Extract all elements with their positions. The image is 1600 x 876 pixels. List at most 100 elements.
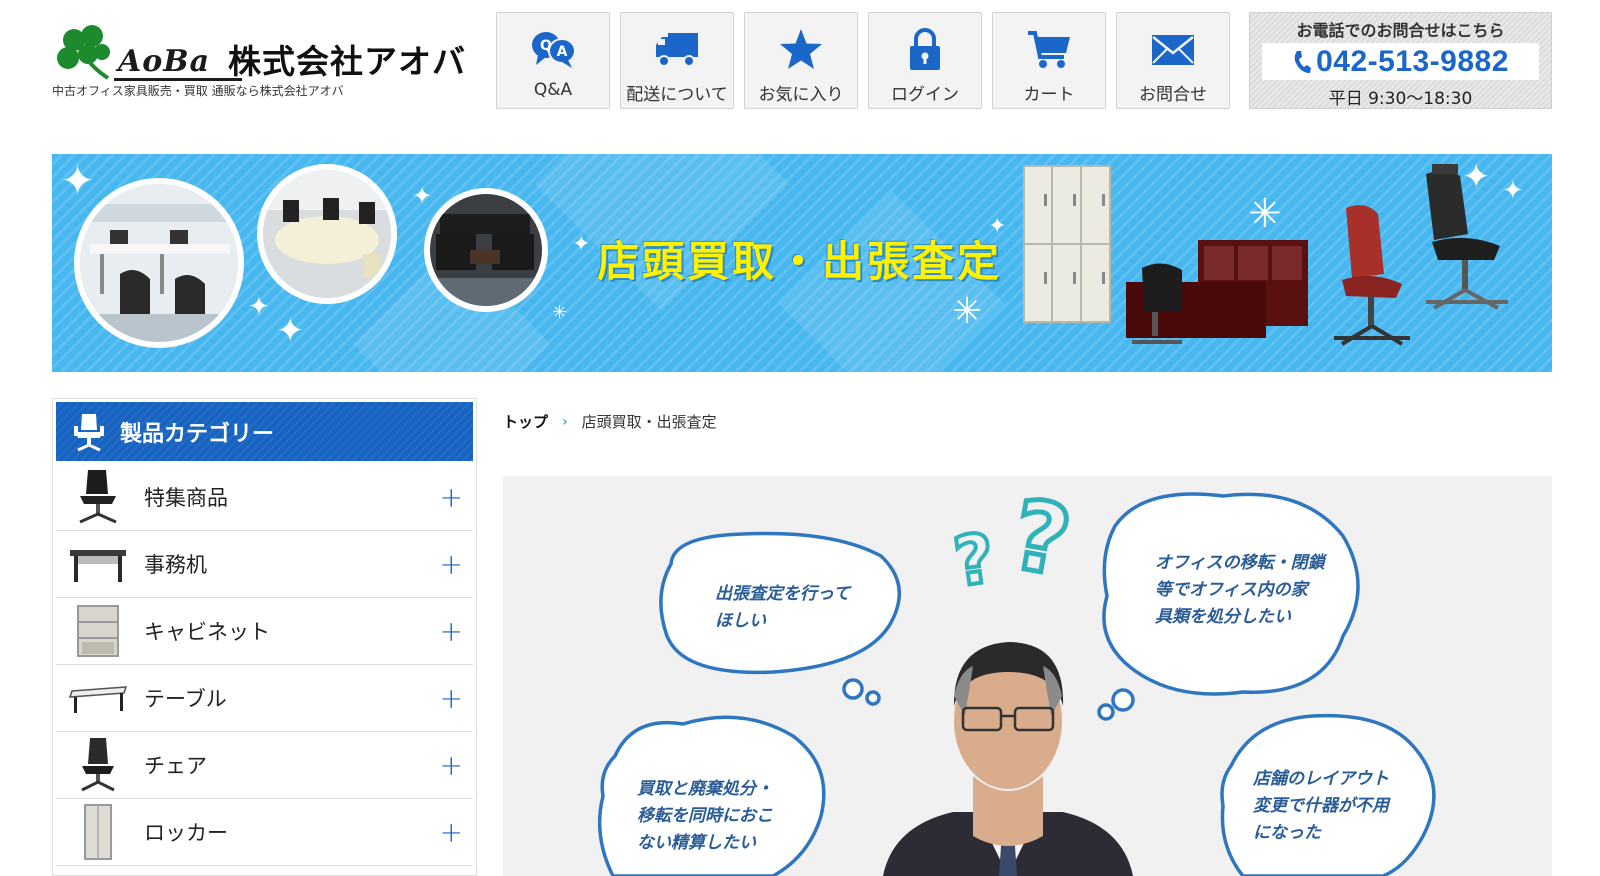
business-hours: 平日 9:30〜18:30 [1328,89,1473,109]
expand-plus-icon[interactable]: + [440,615,463,648]
nav-qa-button[interactable]: Q A Q&A [496,12,610,109]
breadcrumb-top-link[interactable]: トップ [503,411,548,432]
category-label: ロッカー [144,821,228,845]
hero-banner: 店頭買取・出張査定 ✦ ✦ ✦ ✦ ✳ ✦ ✳ ✦ ✳ ✦ ✦ [52,154,1552,372]
category-item-cabinet[interactable]: キャビネット + [56,598,473,665]
bubble-line: 買取と廃棄処分・ [637,779,773,799]
svg-text:?: ? [1004,478,1078,598]
category-label: テーブル [144,687,227,711]
clover-logo-icon [57,25,110,80]
category-sidebar-header: 製品カテゴリー [56,402,473,461]
businessman-figure [883,642,1133,876]
meeting-table-image [263,170,391,298]
bubble-line: ほしい [715,611,766,631]
category-label: 事務机 [144,553,207,577]
nav-contact-button[interactable]: お問合せ [1116,12,1230,109]
desk-thumb [64,534,132,594]
qa-bubbles-icon: Q A [532,32,576,68]
svg-text:Q: Q [540,38,552,54]
lock-icon [910,28,940,70]
office-photo-circle [74,178,244,348]
category-item-chair[interactable]: チェア + [56,732,473,799]
category-label: チェア [144,754,207,778]
sparkle-icon: ✦ [60,156,96,205]
sparkle-icon: ✳ [1248,191,1282,237]
sparkle-icon: ✳ [552,302,568,323]
phone-contact-box: お電話でのお問合せはこちら 042-513-9882 平日 9:30〜18:30 [1249,12,1552,109]
svg-text:A: A [557,44,568,60]
nav-favorites-button[interactable]: お気に入り [744,12,858,109]
nav-login-label: ログイン [891,85,959,105]
table-thumb [64,668,132,728]
nav-login-button[interactable]: ログイン [868,12,982,109]
office-interior-image [80,184,238,342]
svg-text:?: ? [949,519,999,603]
bubble-line: オフィスの移転・閉鎖 [1155,553,1325,573]
executive-desk-illustration [1126,240,1308,344]
phone-heading: お電話でのお問合せはこちら [1296,21,1505,40]
bubble-line: 移転を同時におこ [637,806,773,826]
banner-title: 店頭買取・出張査定 [597,237,1003,286]
category-item-locker[interactable]: ロッカー + [56,799,473,866]
site-tagline: 中古オフィス家具販売・買取 通販なら株式会社アオバ [52,84,344,98]
expand-plus-icon[interactable]: + [440,548,463,581]
bubble-line: 具類を処分したい [1155,607,1291,627]
nav-contact-label: お問合せ [1139,85,1207,105]
category-label: 特集商品 [144,486,228,510]
bubble-text-onsite-assessment: 出張査定を行って ほしい [715,581,850,635]
expand-plus-icon[interactable]: + [440,749,463,782]
locker-thumb [64,802,132,862]
nav-favorites-label: お気に入り [758,85,844,105]
phone-number[interactable]: 042-513-9882 [1316,45,1509,79]
bubble-line: 店舗のレイアウト [1253,769,1389,789]
breadcrumb-separator: › [562,413,568,430]
sparkle-icon: ✦ [276,311,305,351]
sparkle-icon: ✳ [952,291,983,332]
phone-icon [1294,50,1312,73]
locker-illustration [1023,165,1111,323]
sparkle-icon: ✦ [248,292,270,322]
star-icon [780,29,822,69]
bubble-text-office-relocation: オフィスの移転・閉鎖 等でオフィス内の家 具類を処分したい [1155,550,1325,631]
nav-cart-label: カート [1023,85,1075,105]
category-item-featured[interactable]: 特集商品 + [56,464,473,531]
office-chair-icon [74,413,104,451]
expand-plus-icon[interactable]: + [440,816,463,849]
category-item-desk[interactable]: 事務机 + [56,531,473,598]
nav-cart-button[interactable]: カート [992,12,1106,109]
delivery-truck-icon [656,33,698,67]
consultation-illustration: ? ? 出張査定を行って ほしい オフィスの移転・閉鎖 等でオフィス内の家 具類… [503,476,1552,876]
header-nav: Q A Q&A 配送について お気に入り ログイン カート お問合せ [496,12,1230,109]
category-label: キャビネット [144,620,270,644]
bubble-line: になった [1253,823,1321,843]
nav-qa-label: Q&A [533,80,573,100]
bubble-text-store-layout: 店舗のレイアウト 変更で什器が不用 になった [1253,766,1389,847]
sofa-set-image [430,194,542,306]
site-logo[interactable]: AoBa 株式会社アオバ 中古オフィス家具販売・買取 通販なら株式会社アオバ [52,22,465,102]
breadcrumb: トップ › 店頭買取・出張査定 [503,411,717,432]
black-mesh-chair-illustration [1426,164,1508,310]
cart-icon [1028,31,1070,68]
category-sidebar-title: 製品カテゴリー [120,421,275,447]
expand-plus-icon[interactable]: + [440,682,463,715]
meeting-room-photo-circle [257,164,397,304]
sofa-photo-circle [424,188,548,312]
mail-icon [1152,35,1194,65]
sparkle-icon: ✦ [572,232,591,257]
logo-wordmark: AoBa [118,44,211,79]
nav-delivery-button[interactable]: 配送について [620,12,734,109]
sparkle-icon: ✦ [412,182,433,210]
company-name: 株式会社アオバ [228,42,466,81]
category-sidebar: 製品カテゴリー 特集商品 + 事務机 + キャビネット + テーブル + チェア… [52,398,477,876]
mesh-chair-thumb [64,735,132,795]
logo-underline [114,78,242,81]
bubble-line: 出張査定を行って [715,584,851,604]
breadcrumb-current: 店頭買取・出張査定 [581,413,717,431]
phone-number-panel[interactable]: 042-513-9882 [1262,43,1539,80]
bubble-line: 等でオフィス内の家 [1155,580,1308,600]
category-item-table[interactable]: テーブル + [56,665,473,732]
sparkle-icon: ✦ [988,214,1007,239]
red-mesh-chair-illustration [1334,205,1410,346]
expand-plus-icon[interactable]: + [440,481,463,514]
nav-delivery-label: 配送について [626,85,728,105]
